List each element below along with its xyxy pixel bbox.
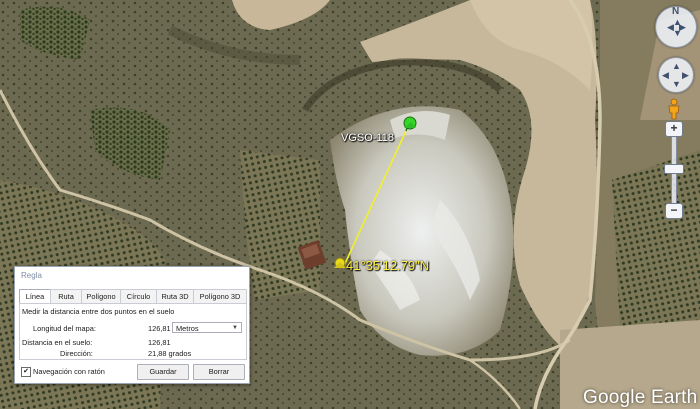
zoom-knob[interactable] [664, 164, 684, 174]
unit-select-value: Metros [176, 324, 199, 333]
clear-button[interactable]: Borrar [193, 364, 245, 380]
tab-poligono-3d[interactable]: Polígono 3D [193, 289, 247, 303]
tab-ruta[interactable]: Ruta [50, 289, 82, 303]
heading-label: Dirección: [60, 349, 93, 358]
heading-value: 21,88 grados [148, 349, 192, 358]
zoom-in-icon[interactable]: + [665, 121, 683, 137]
dialog-title: Regla [15, 267, 249, 284]
zoom-out-icon[interactable]: − [665, 203, 683, 219]
google-earth-watermark: Google Earth [583, 387, 698, 408]
save-button[interactable]: Guardar [137, 364, 189, 380]
ground-length-label: Distancia en el suelo: [22, 338, 93, 347]
tab-ruta-3d[interactable]: Ruta 3D [156, 289, 194, 303]
look-north-label[interactable]: N [672, 6, 679, 17]
move-joystick-icon[interactable]: ▲ ▼ ◀ ▶ [658, 57, 694, 93]
map-length-value: 126,81 [148, 324, 171, 333]
map-length-label: Longitud del mapa: [33, 324, 96, 333]
end-pushpin-icon[interactable] [334, 257, 346, 269]
ruler-panel: Medir la distancia entre dos puntos en e… [19, 303, 247, 360]
placemark-label: VGSO-118 [341, 132, 394, 144]
ruler-description: Medir la distancia entre dos puntos en e… [22, 307, 175, 316]
ground-length-value: 126,81 [148, 338, 171, 347]
mouse-nav-label: Navegación con ratón [33, 367, 105, 376]
mouse-nav-checkbox[interactable]: ✔ [21, 367, 31, 377]
tab-poligono[interactable]: Polígono [81, 289, 121, 303]
navigation-controls: N ▲ ▼ ◀ ▶ ▲ ▼ ◀ ▶ + − [653, 4, 699, 224]
look-joystick-icon[interactable]: N ▲ ▼ ◀ ▶ [655, 6, 697, 48]
ruler-footer: ✔ Navegación con ratón Guardar Borrar [19, 364, 245, 380]
tab-circulo[interactable]: Círculo [120, 289, 157, 303]
tab-linea[interactable]: Línea [19, 289, 51, 304]
street-view-pegman-icon[interactable] [666, 98, 682, 120]
ruler-dialog: Regla Línea Ruta Polígono Círculo Ruta 3… [14, 266, 250, 384]
endpoint-coordinate-label: 41°35'12.79"N [346, 258, 430, 273]
chevron-down-icon: ▼ [232, 325, 238, 331]
unit-select[interactable]: Metros ▼ [172, 322, 242, 333]
